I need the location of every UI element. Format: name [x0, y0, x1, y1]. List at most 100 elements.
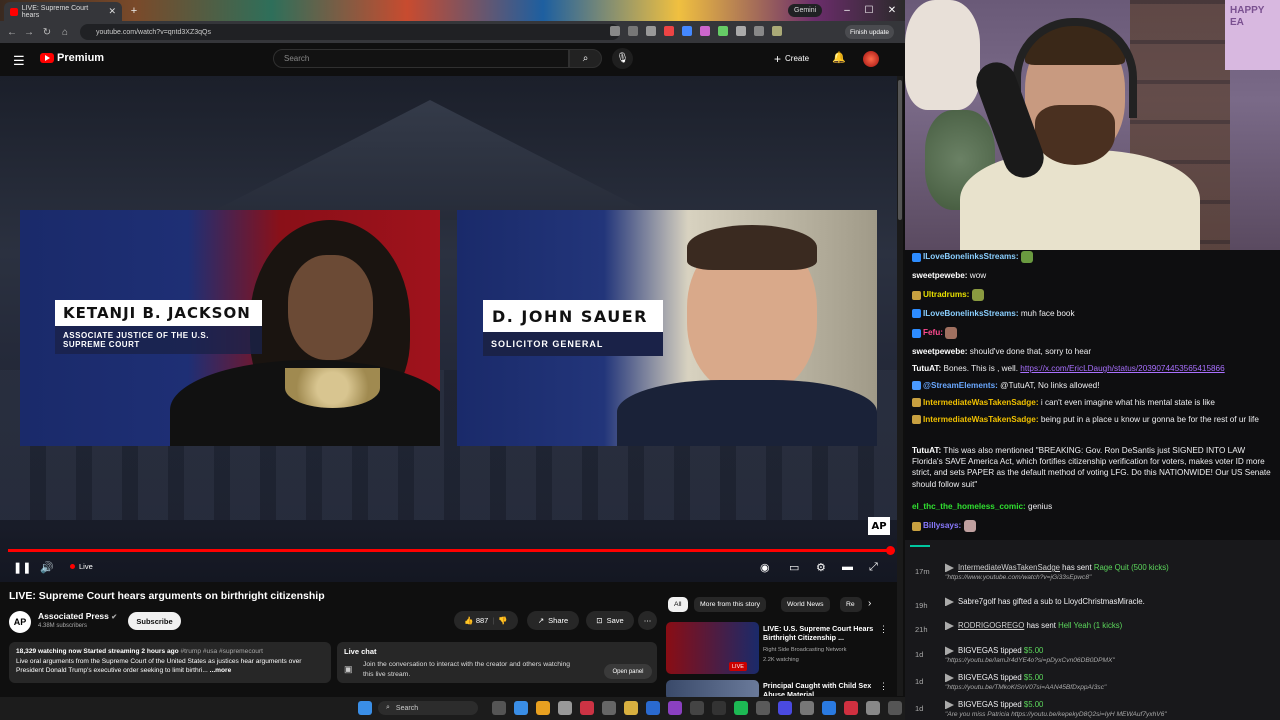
taskbar-search[interactable]: ⌕ Search	[378, 701, 478, 715]
description-box[interactable]: 18,329 watching now Started streaming 2 …	[9, 642, 331, 683]
theater-mode-icon[interactable]: ▬	[842, 561, 853, 573]
share-button[interactable]: ↗ Share	[527, 611, 579, 630]
chat-username[interactable]: Ultradrums:	[923, 290, 969, 299]
youtube-logo[interactable]: Premium	[40, 52, 104, 64]
event-user[interactable]: RODRIGOGREGO	[958, 621, 1024, 630]
app-icon[interactable]	[558, 701, 572, 715]
maximize-button[interactable]: ☐	[859, 3, 879, 17]
app-icon[interactable]	[690, 701, 704, 715]
chat-username[interactable]: el_thc_the_homeless_comic:	[912, 502, 1026, 511]
spotify-icon[interactable]	[734, 701, 748, 715]
close-window-button[interactable]: ✕	[882, 3, 902, 17]
extension-icon[interactable]	[664, 26, 674, 36]
chat-username[interactable]: ILoveBonelinksStreams:	[923, 252, 1019, 261]
more-actions-button[interactable]: ⋯	[638, 611, 657, 630]
app-icon[interactable]	[712, 701, 726, 715]
event-message[interactable]: "https://youtu.be/TMkoKlSnV07si=AAN45BfD…	[945, 684, 1106, 691]
close-tab-icon[interactable]: ✕	[108, 6, 116, 17]
forward-button[interactable]: →	[22, 25, 36, 39]
create-button[interactable]: + Create	[774, 50, 809, 67]
extension-icon[interactable]	[700, 26, 710, 36]
recommendation-more-icon[interactable]: ⋮	[879, 681, 888, 692]
recommendation-title[interactable]: Principal Caught with Child Sex Abuse Ma…	[763, 681, 878, 696]
bookmark-star-icon[interactable]	[646, 26, 656, 36]
event-user[interactable]: IntermediateWasTakenSadge	[958, 563, 1060, 572]
side-panel-icon[interactable]	[754, 26, 764, 36]
notifications-bell-icon[interactable]: 🔔	[832, 51, 846, 64]
chevron-right-icon[interactable]: ›	[868, 598, 871, 609]
progress-scrubber[interactable]	[886, 546, 895, 555]
show-more-link[interactable]: ...more	[210, 667, 232, 674]
extension-icon[interactable]	[682, 26, 692, 36]
app-icon[interactable]	[778, 701, 792, 715]
app-icon[interactable]	[844, 701, 858, 715]
chrome-icon[interactable]	[536, 701, 550, 715]
app-icon[interactable]	[888, 701, 902, 715]
scrollbar-thumb[interactable]	[898, 80, 902, 220]
app-icon[interactable]	[822, 701, 836, 715]
like-button[interactable]: 👍 887	[464, 616, 488, 625]
recommendation-title[interactable]: LIVE: U.S. Supreme Court Hears Birthrigh…	[763, 624, 878, 642]
profile-icon[interactable]	[772, 26, 782, 36]
app-icon[interactable]	[866, 701, 880, 715]
app-icon[interactable]	[602, 701, 616, 715]
app-icon[interactable]	[646, 701, 660, 715]
chat-username[interactable]: IntermediateWasTakenSadge:	[923, 415, 1039, 424]
description-tags[interactable]: #trump #usa #supremecourt	[179, 648, 263, 655]
chat-username[interactable]: sweetpewebe:	[912, 271, 968, 280]
chip-all[interactable]: All	[668, 597, 688, 612]
chat-username[interactable]: TutuAT:	[912, 364, 941, 373]
event-message[interactable]: "Are you miss Patricia https://youtu.be/…	[945, 711, 1167, 718]
subscribe-button[interactable]: Subscribe	[128, 612, 181, 630]
account-avatar[interactable]	[863, 51, 879, 67]
progress-bar[interactable]	[8, 549, 892, 552]
autoplay-toggle-icon[interactable]: ◉	[760, 561, 770, 574]
back-button[interactable]: ←	[5, 25, 19, 39]
chip-world-news[interactable]: World News	[781, 597, 830, 612]
chat-username[interactable]: ILoveBonelinksStreams:	[923, 309, 1019, 318]
chip-truncated[interactable]: Re	[840, 597, 862, 612]
reload-button[interactable]: ↻	[40, 25, 54, 39]
volume-icon[interactable]: 🔊	[40, 561, 54, 574]
minimize-button[interactable]: –	[837, 3, 857, 17]
edge-icon[interactable]	[514, 701, 528, 715]
pause-button[interactable]: ❚❚	[13, 561, 31, 574]
fullscreen-icon[interactable]: ⤢	[869, 561, 878, 573]
app-icon[interactable]	[668, 701, 682, 715]
chat-link[interactable]: https://x.com/EricLDaugh/status/20390744…	[1020, 364, 1224, 373]
browser-tab[interactable]: LIVE: Supreme Court hears ✕	[4, 2, 122, 21]
live-indicator[interactable]: Live	[70, 562, 93, 571]
voice-search-button[interactable]: 🎙	[612, 48, 633, 69]
save-button[interactable]: ⊡ Save	[586, 611, 634, 630]
finish-update-button[interactable]: Finish update	[845, 25, 895, 39]
windows-start-icon[interactable]	[358, 701, 372, 715]
cast-icon[interactable]	[628, 26, 638, 36]
zoom-icon[interactable]	[610, 26, 620, 36]
new-tab-button[interactable]: +	[127, 4, 141, 18]
chat-username[interactable]: IntermediateWasTakenSadge:	[923, 398, 1039, 407]
gemini-button[interactable]: Gemini	[788, 4, 823, 17]
event-message[interactable]: "https://www.youtube.com/watch?v=jGi33sE…	[945, 574, 1091, 581]
chat-username[interactable]: Fefu:	[923, 328, 943, 337]
search-button[interactable]: ⌕	[569, 49, 602, 68]
channel-name[interactable]: Associated Press ✔	[38, 611, 117, 621]
home-button[interactable]: ⌂	[58, 25, 72, 39]
chat-username[interactable]: Billysays:	[923, 521, 961, 530]
channel-avatar[interactable]: AP	[9, 611, 31, 633]
settings-gear-icon[interactable]: ⚙	[816, 561, 826, 574]
chip-more-from-this-story[interactable]: More from this story	[694, 597, 767, 612]
extensions-puzzle-icon[interactable]	[736, 26, 746, 36]
app-icon[interactable]	[580, 701, 594, 715]
app-icon[interactable]	[756, 701, 770, 715]
file-explorer-icon[interactable]	[624, 701, 638, 715]
extension-icon[interactable]	[718, 26, 728, 36]
task-view-icon[interactable]	[492, 701, 506, 715]
chat-username[interactable]: TutuAT:	[912, 446, 941, 455]
chat-username[interactable]: @StreamElements:	[923, 381, 998, 390]
search-input[interactable]: Search	[273, 49, 569, 68]
recommendation-more-icon[interactable]: ⋮	[879, 624, 888, 635]
chat-username[interactable]: sweetpewebe:	[912, 347, 968, 356]
hamburger-menu-icon[interactable]: ☰	[13, 53, 25, 69]
event-message[interactable]: "https://youtu.be/IamJr4dYE4o?si=pDyxCvn…	[945, 657, 1115, 664]
recommendation-channel[interactable]: Right Side Broadcasting Network	[763, 647, 846, 653]
